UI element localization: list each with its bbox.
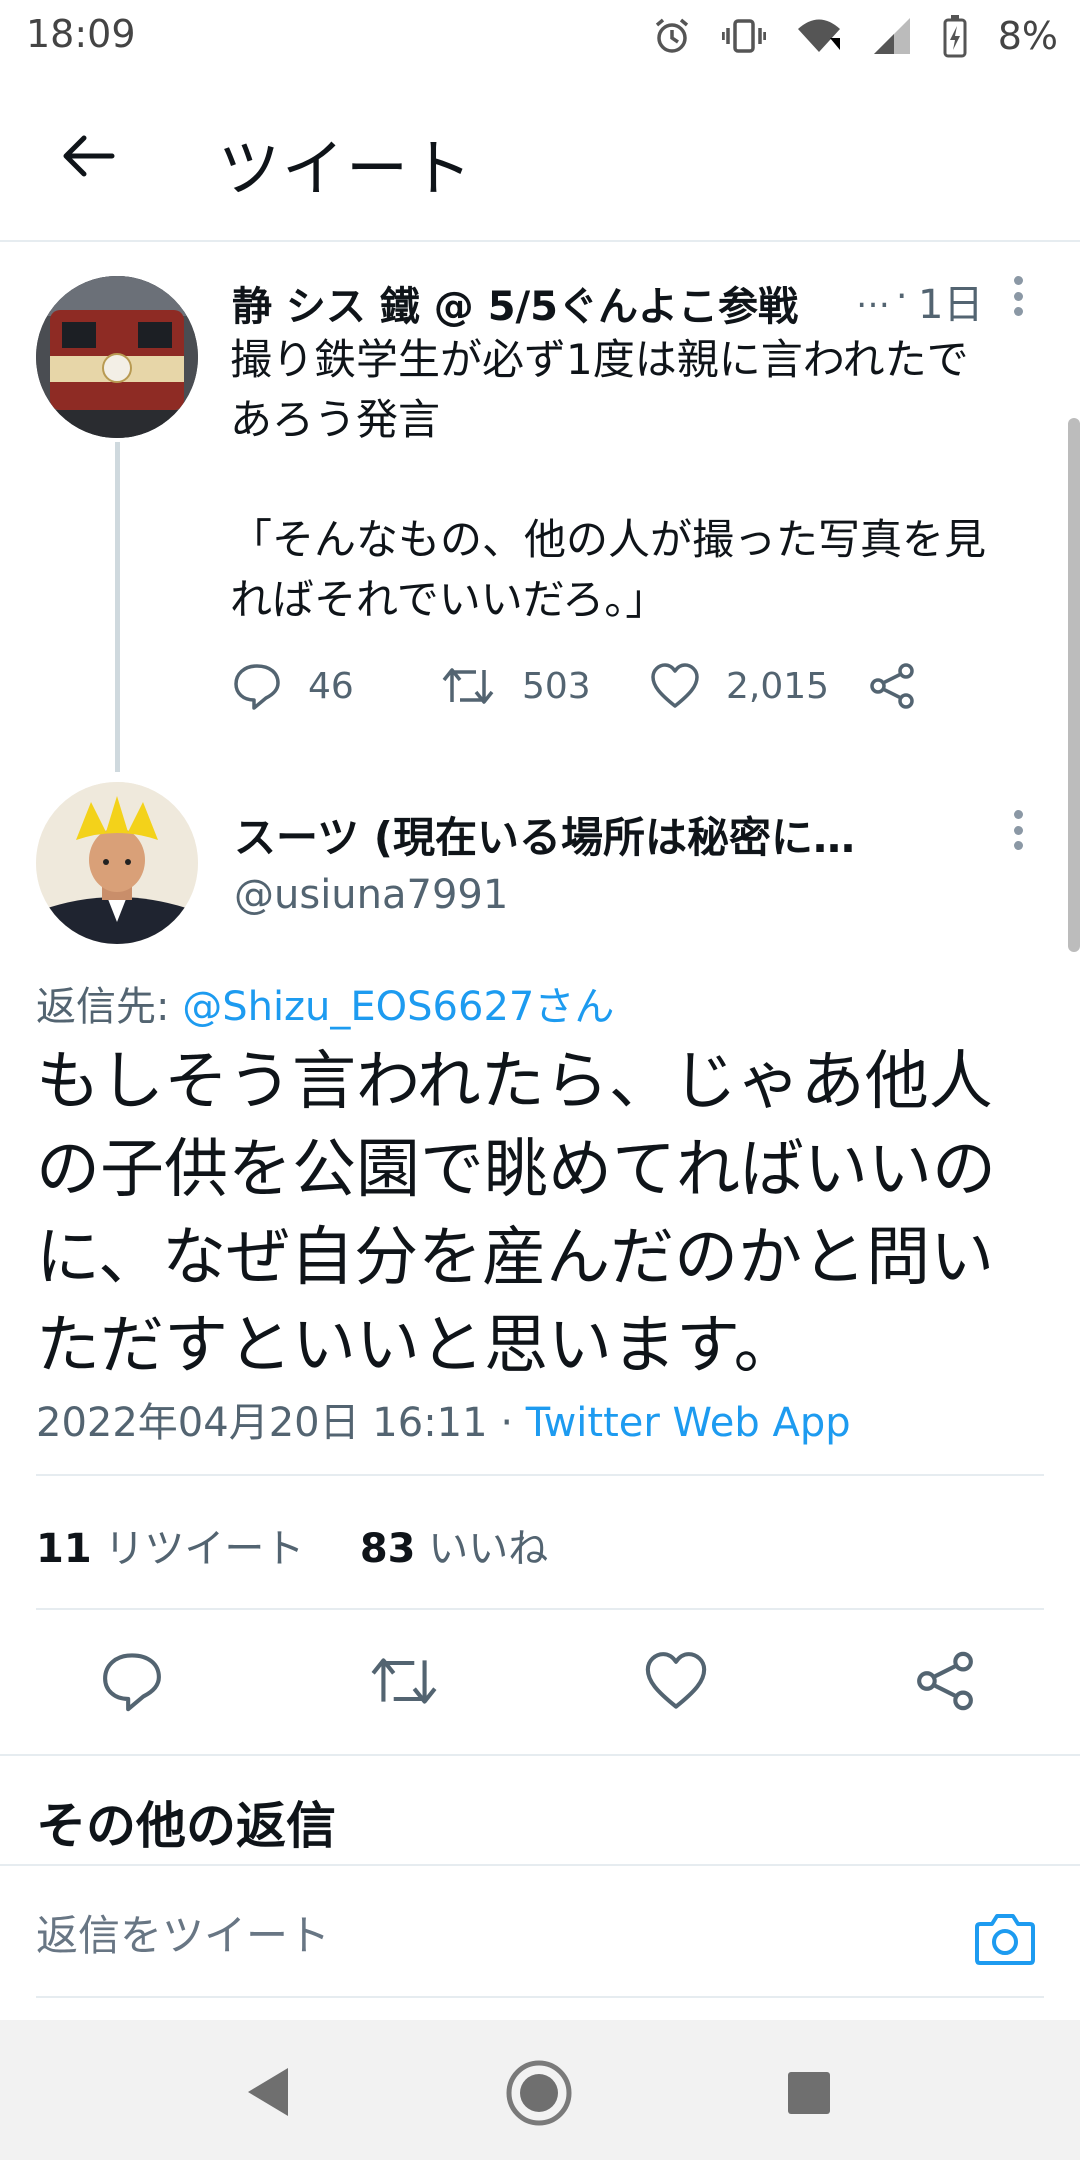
engagement-stats: 11 リツイート 83 いいね bbox=[36, 1516, 548, 1574]
more-replies-heading: その他の返信 bbox=[36, 1797, 336, 1855]
author-handle[interactable]: @usiuna7991 bbox=[234, 872, 508, 918]
page-title: ツイート bbox=[218, 132, 475, 205]
parent-name-ellipsis: … bbox=[856, 276, 890, 316]
stats-divider-bottom bbox=[36, 1608, 1044, 1610]
back-arrow-icon bbox=[63, 135, 115, 177]
tweet-timestamp[interactable]: 2022年04月20日 16:11 bbox=[36, 1400, 488, 1446]
parent-more-button[interactable] bbox=[1008, 276, 1028, 316]
parent-avatar[interactable] bbox=[36, 276, 198, 438]
train-avatar-image bbox=[36, 276, 198, 438]
reply-to-handle-link[interactable]: @Shizu_EOS6627さん bbox=[182, 984, 614, 1030]
reply-input[interactable]: 返信をツイート bbox=[36, 1902, 330, 1963]
tweet-source-link[interactable]: Twitter Web App bbox=[526, 1400, 851, 1446]
author-avatar[interactable] bbox=[36, 782, 198, 944]
parent-like-button[interactable]: 2,015 bbox=[650, 662, 829, 710]
meta-separator: · bbox=[500, 1400, 514, 1446]
person-avatar-image bbox=[36, 782, 198, 944]
main-retweet-button[interactable] bbox=[368, 1650, 440, 1716]
tweet-meta: 2022年04月20日 16:11 · Twitter Web App bbox=[36, 1390, 851, 1448]
thread-line bbox=[115, 442, 120, 772]
parent-share-button[interactable] bbox=[868, 662, 916, 710]
camera-button[interactable] bbox=[974, 1910, 1036, 1970]
author-display-name[interactable]: スーツ (現在いる場所は秘密に… bbox=[234, 804, 994, 865]
reply-composer[interactable]: 返信をツイート bbox=[0, 1866, 1080, 1996]
nav-home-button[interactable] bbox=[506, 2060, 572, 2130]
parent-time[interactable]: 1日 bbox=[918, 272, 983, 330]
main-share-button[interactable] bbox=[914, 1650, 976, 1716]
likes-stat[interactable]: 83 いいね bbox=[360, 1526, 548, 1572]
likes-label: いいね bbox=[428, 1526, 549, 1572]
scrollbar[interactable] bbox=[1068, 418, 1080, 952]
parent-retweet-count: 503 bbox=[522, 665, 591, 707]
parent-reply-count: 46 bbox=[308, 665, 354, 707]
reply-to-line: 返信先: @Shizu_EOS6627さん bbox=[36, 974, 614, 1032]
share-icon bbox=[917, 1651, 973, 1711]
battery-charging-icon bbox=[943, 15, 967, 58]
parent-retweet-button[interactable]: 503 bbox=[440, 662, 591, 710]
main-like-button[interactable] bbox=[644, 1650, 708, 1716]
back-triangle-icon bbox=[248, 2068, 288, 2116]
app-header: ツイート bbox=[0, 72, 1080, 242]
parent-display-name[interactable]: 静 シス 鐵 @ 5/5ぐんよこ参戦 bbox=[232, 274, 852, 332]
heart-icon bbox=[645, 1652, 707, 1709]
parent-action-bar: 46 503 2,015 bbox=[232, 656, 932, 716]
share-icon bbox=[870, 663, 914, 709]
stats-divider-top bbox=[36, 1474, 1044, 1476]
home-circle-icon bbox=[506, 2060, 572, 2126]
heart-icon bbox=[651, 663, 699, 708]
recents-square-icon bbox=[788, 2072, 830, 2114]
signal-icon bbox=[873, 18, 910, 54]
system-nav-bar bbox=[0, 2020, 1080, 2160]
parent-like-count: 2,015 bbox=[726, 665, 830, 707]
battery-percent: 8% bbox=[997, 14, 1058, 58]
nav-recents-button[interactable] bbox=[786, 2070, 832, 2120]
nav-back-button[interactable] bbox=[244, 2066, 290, 2122]
status-bar: 18:09 8% bbox=[0, 0, 1080, 72]
main-tweet-text: もしそう言われたら、じゃあ他人 の子供を公園で眺めてればいいの に、なぜ自分を産… bbox=[36, 1045, 996, 1383]
parent-reply-button[interactable]: 46 bbox=[232, 662, 354, 710]
author-more-button[interactable] bbox=[1008, 810, 1028, 850]
reply-to-label: 返信先: bbox=[36, 984, 170, 1030]
retweet-icon bbox=[442, 668, 494, 704]
camera-icon bbox=[975, 1914, 1035, 1965]
status-icons: 8% bbox=[652, 10, 1058, 62]
retweets-count: 11 bbox=[36, 1526, 92, 1572]
retweets-label: リツイート bbox=[104, 1526, 305, 1572]
wifi-icon bbox=[797, 19, 840, 52]
parent-time-separator: · bbox=[896, 276, 908, 317]
alarm-icon bbox=[655, 18, 688, 53]
retweet-icon bbox=[371, 1658, 437, 1704]
back-button[interactable] bbox=[48, 116, 128, 196]
reply-icon bbox=[103, 1653, 161, 1712]
likes-count: 83 bbox=[359, 1526, 416, 1572]
vibrate-icon bbox=[721, 19, 766, 53]
parent-tweet-text: 撮り鉄学生が必ず1度は親に言われたで あろう発言 「そんなもの、他の人が撮った写… bbox=[230, 335, 987, 624]
actions-divider bbox=[0, 1754, 1080, 1756]
status-time: 18:09 bbox=[26, 12, 136, 56]
composer-divider-bottom bbox=[36, 1996, 1044, 1998]
main-reply-button[interactable] bbox=[100, 1650, 164, 1716]
retweets-stat[interactable]: 11 リツイート bbox=[36, 1526, 317, 1572]
reply-icon bbox=[234, 664, 280, 710]
